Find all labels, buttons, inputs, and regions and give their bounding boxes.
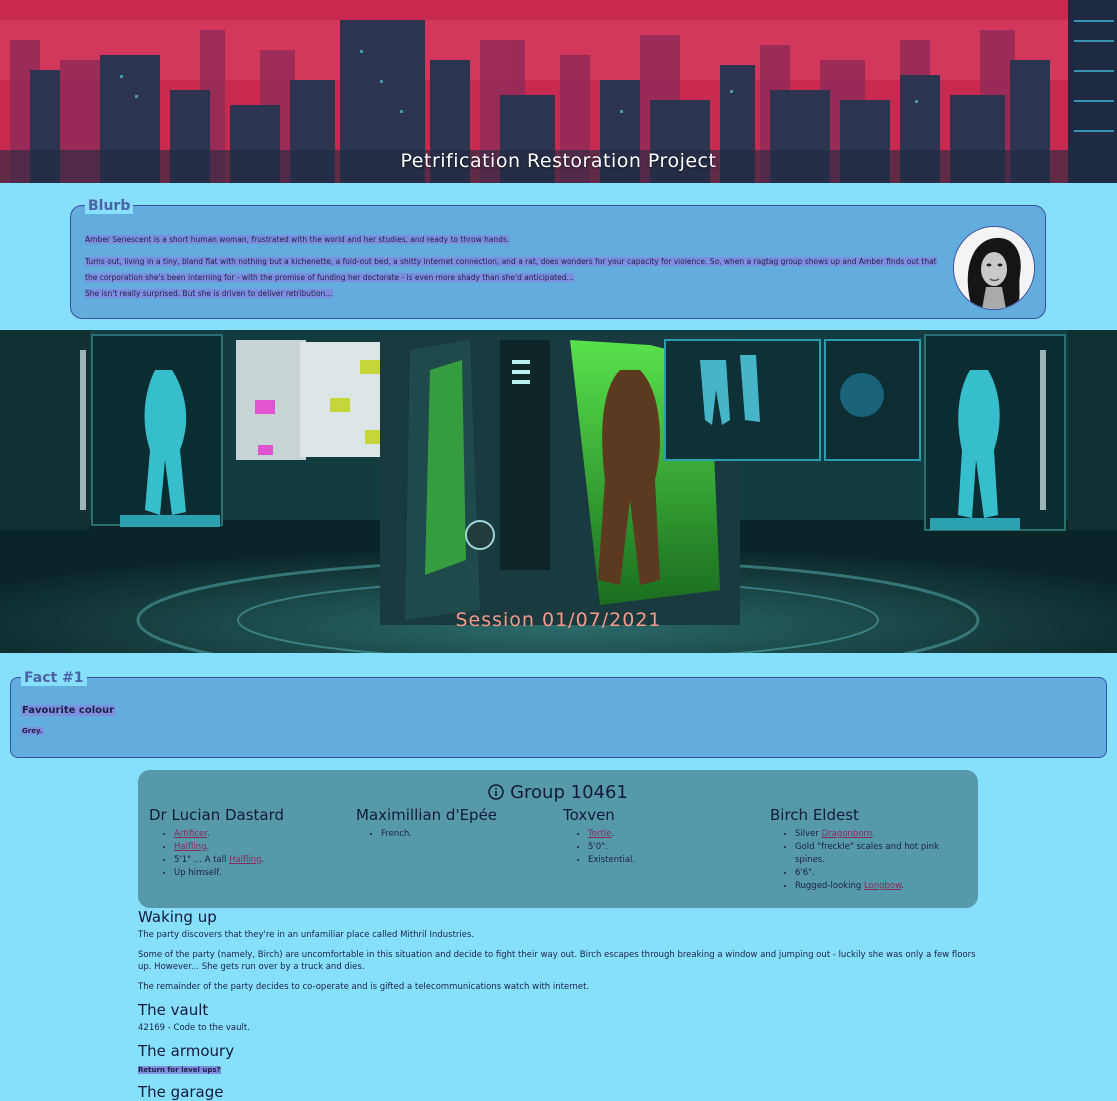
trait-link[interactable]: Halfling <box>229 855 261 865</box>
member-traits: Artificer.Halfling.5'1" ... A tall Halfl… <box>149 828 349 880</box>
section-armoury: The armoury Return for level ups? <box>138 1042 978 1077</box>
member-card: Dr Lucian Dastard Artificer.Halfling.5'1… <box>149 806 349 880</box>
section-heading: The vault <box>138 1001 209 1019</box>
lab-scene-image <box>0 330 1117 653</box>
member-traits: French. <box>356 828 556 841</box>
armoury-note: Return for level ups? <box>138 1066 221 1074</box>
group-title: Group 10461 <box>138 782 978 803</box>
section-heading: The garage <box>138 1083 224 1101</box>
trait-link[interactable]: Halfling <box>174 842 206 852</box>
session-title: Session 01/07/2021 <box>455 609 662 631</box>
group-title-text: Group 10461 <box>510 782 628 803</box>
member-trait: Gold "freckle" scales and hot pink spine… <box>795 841 970 867</box>
info-icon <box>488 784 504 800</box>
blurb-text-3: the corporation she's been interning for… <box>85 273 574 282</box>
log-paragraph: The remainder of the party decides to co… <box>138 981 590 992</box>
section-vault: The vault 42169 - Code to the vault. <box>138 1001 978 1035</box>
log-paragraph: Some of the party (namely, Birch) are un… <box>138 949 976 973</box>
member-trait: Up himself. <box>174 867 349 880</box>
group-panel: Group 10461 Dr Lucian Dastard Artificer.… <box>138 770 978 908</box>
member-card: Birch Eldest Silver Dragonborn.Gold "fre… <box>770 806 970 893</box>
member-card: Toxven Tortle.5'0".Existential. <box>563 806 763 867</box>
blurb-legend: Blurb <box>85 198 134 214</box>
trait-link[interactable]: Dragonborn <box>822 829 873 839</box>
page-title: Petrification Restoration Project <box>400 150 717 172</box>
section-garage: The garage <box>138 1083 978 1101</box>
member-card: Maximillian d'Epée French. <box>356 806 556 841</box>
blurb-paragraph-4: She isn't really surprised. But she is d… <box>85 286 333 302</box>
log-paragraph: Return for level ups? <box>138 1064 978 1077</box>
member-trait: 6'6". <box>795 867 970 880</box>
trait-link[interactable]: Tortle <box>588 829 611 839</box>
member-trait: 5'0". <box>588 841 763 854</box>
member-traits: Tortle.5'0".Existential. <box>563 828 763 867</box>
fact-legend: Fact #1 <box>21 670 87 686</box>
header-banner: Petrification Restoration Project <box>0 0 1117 183</box>
trait-link[interactable]: Artificer <box>174 829 207 839</box>
member-trait: Halfling. <box>174 841 349 854</box>
section-heading: The armoury <box>138 1042 235 1060</box>
fact-label: Favourite colour <box>21 705 116 716</box>
blurb-panel: Blurb Amber Senescent is a short human w… <box>70 198 1046 319</box>
blurb-paragraph-2: Turns out, living in a tiny, bland flat … <box>85 254 945 270</box>
character-portrait <box>953 226 1035 310</box>
member-trait: Tortle. <box>588 828 763 841</box>
trait-link[interactable]: Longbow <box>864 881 901 891</box>
blurb-paragraph-3: the corporation she's been interning for… <box>85 270 574 286</box>
blurb-text-4: She isn't really surprised. But she is d… <box>85 289 333 298</box>
blurb-paragraph-1: Amber Senescent is a short human woman, … <box>85 232 510 248</box>
section-waking-up: Waking up The party discovers that they'… <box>138 908 978 993</box>
member-name: Maximillian d'Epée <box>356 806 498 824</box>
blurb-text-2: Turns out, living in a tiny, bland flat … <box>85 257 937 266</box>
fact-value: Grey. <box>21 727 44 735</box>
session-banner-image <box>0 330 1117 653</box>
blurb-text-1: Amber Senescent is a short human woman, … <box>85 235 510 244</box>
member-trait: Artificer. <box>174 828 349 841</box>
log-paragraph: The party discovers that they're in an u… <box>138 930 475 940</box>
member-trait: Rugged-looking Longbow. <box>795 880 970 893</box>
member-trait: Existential. <box>588 854 763 867</box>
member-traits: Silver Dragonborn.Gold "freckle" scales … <box>770 828 970 893</box>
member-name: Dr Lucian Dastard <box>149 806 285 824</box>
member-trait: Silver Dragonborn. <box>795 828 970 841</box>
member-name: Birch Eldest <box>770 806 859 824</box>
member-name: Toxven <box>563 806 615 824</box>
member-trait: 5'1" ... A tall Halfling. <box>174 854 349 867</box>
member-trait: French. <box>381 828 556 841</box>
section-heading: Waking up <box>138 908 217 926</box>
fact-panel: Fact #1 Favourite colour Grey. <box>10 670 1107 758</box>
log-paragraph: 42169 - Code to the vault. <box>138 1023 250 1033</box>
